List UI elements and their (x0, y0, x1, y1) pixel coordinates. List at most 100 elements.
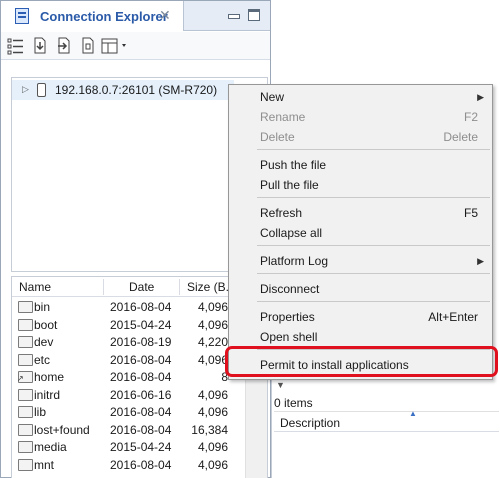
menu-separator (257, 301, 490, 302)
expand-arrow-icon[interactable]: ▷ (22, 84, 29, 95)
file-date: 2016-08-19 (110, 335, 172, 349)
menu-item-properties[interactable]: Properties Alt+Enter (229, 307, 492, 327)
file-date: 2016-08-04 (110, 457, 172, 472)
connection-explorer-icon (15, 8, 29, 24)
file-date: 2016-06-16 (110, 387, 172, 402)
device-icon (37, 83, 46, 97)
table-row[interactable]: lost+found 2016-08-04 16,384 (12, 421, 244, 439)
column-name[interactable]: Name (19, 280, 51, 294)
file-size: 4,096 (197, 405, 228, 419)
file-name: etc (34, 352, 51, 367)
column-description[interactable]: Description (280, 416, 340, 430)
folder-icon (18, 406, 33, 418)
file-size: 4,096 (197, 300, 228, 314)
table-row[interactable]: boot 2015-04-24 4,096 (12, 316, 244, 334)
menu-item-label: Collapse all (260, 226, 323, 240)
device-label: 192.168.0.7:26101 (SM-R720) (55, 83, 218, 97)
column-date[interactable]: Date (129, 280, 154, 294)
file-date: 2016-08-04 (110, 422, 172, 437)
folder-icon (18, 441, 33, 453)
menu-item-shortcut: F2 (463, 110, 478, 124)
table-row[interactable]: lib 2016-08-04 4,096 (12, 403, 244, 421)
file-size: 4,220 (197, 335, 228, 349)
table-row[interactable]: media 2015-04-24 4,096 (12, 438, 244, 456)
menu-item-label: Properties (260, 310, 315, 324)
file-name: media (34, 440, 67, 454)
menu-item-new[interactable]: New ▶ (229, 87, 492, 107)
file-size: 4,096 (197, 387, 228, 402)
table-row[interactable]: mnt 2016-08-04 4,096 (12, 456, 244, 474)
submenu-arrow-icon: ▶ (477, 256, 484, 266)
table-row[interactable]: etc 2016-08-04 4,096 (12, 351, 244, 369)
file-name: home (34, 370, 65, 384)
folder-icon (18, 353, 33, 366)
items-count: 0 items (274, 396, 313, 410)
device-node[interactable]: ▷ 192.168.0.7:26101 (SM-R720) (12, 80, 234, 100)
file-size: 8 (221, 370, 228, 384)
menu-item-rename[interactable]: Rename F2 (229, 107, 492, 127)
submenu-arrow-icon: ▶ (477, 92, 484, 102)
file-size: 4,096 (197, 440, 228, 454)
menu-item-delete[interactable]: Delete Delete (229, 127, 492, 147)
folder-icon (18, 318, 33, 331)
folder-icon (18, 388, 33, 401)
file-size: 4,096 (197, 317, 228, 332)
details-header: ▲ Description (274, 409, 499, 432)
toolbar (1, 32, 270, 60)
menu-item-collapse-all[interactable]: Collapse all (229, 223, 492, 243)
layout-menu-icon[interactable] (101, 37, 131, 55)
table-row[interactable]: bin 2016-08-04 4,096 (12, 298, 244, 316)
menu-item-label: Refresh (260, 206, 303, 220)
menu-separator (257, 197, 490, 198)
file-name: mnt (34, 457, 55, 472)
menu-item-shortcut: F5 (463, 206, 478, 220)
menu-item-refresh[interactable]: Refresh F5 (229, 203, 492, 223)
menu-item-push-the-file[interactable]: Push the file (229, 155, 492, 175)
file-name: lib (34, 405, 47, 419)
highlight-box (225, 346, 498, 377)
folder-link-icon (17, 371, 33, 383)
pull-file-icon[interactable] (31, 37, 49, 55)
table-row[interactable]: dev 2016-08-19 4,220 (12, 333, 244, 351)
menu-item-shortcut: Delete (443, 130, 478, 144)
menu-separator (257, 245, 490, 246)
push-file-icon[interactable] (55, 37, 73, 55)
menu-item-label: Push the file (260, 158, 327, 172)
menu-item-label: Platform Log (260, 254, 329, 268)
menu-item-platform-log[interactable]: Platform Log ▶ (229, 251, 492, 271)
copy-file-icon[interactable] (79, 37, 97, 55)
folder-icon (18, 458, 33, 471)
menu-item-label: New (260, 90, 285, 104)
tab-connection-explorer[interactable]: Connection Explorer ✕ (1, 1, 184, 31)
menu-item-label: Rename (260, 110, 306, 124)
close-icon[interactable]: ✕ (159, 7, 171, 24)
menu-item-open-shell[interactable]: Open shell (229, 327, 492, 347)
table-row[interactable]: initrd 2016-06-16 4,096 (12, 386, 244, 404)
menu-item-shortcut: Alt+Enter (428, 310, 478, 324)
file-name: bin (34, 300, 51, 314)
list-view-icon[interactable] (7, 37, 25, 55)
minimize-icon[interactable] (227, 9, 240, 21)
file-date: 2016-08-04 (110, 300, 172, 314)
menu-separator (257, 149, 490, 150)
table-row[interactable]: home 2016-08-04 8 (12, 368, 244, 386)
file-name: boot (34, 317, 58, 332)
menu-item-disconnect[interactable]: Disconnect (229, 279, 492, 299)
file-name: lost+found (34, 422, 90, 437)
menu-item-label: Disconnect (260, 282, 320, 296)
file-date: 2016-08-04 (110, 370, 172, 384)
menu-item-label: Delete (260, 130, 295, 144)
file-name: dev (34, 335, 54, 349)
collapse-arrow-icon[interactable]: ▼ (276, 380, 285, 390)
file-date: 2016-08-04 (110, 405, 172, 419)
file-size: 16,384 (191, 422, 228, 437)
menu-item-pull-the-file[interactable]: Pull the file (229, 175, 492, 195)
context-menu: New ▶ Rename F2 Delete Delete Push the file Pul… (228, 84, 493, 380)
file-size: 4,096 (197, 457, 228, 472)
folder-icon (18, 423, 33, 436)
menu-item-label: Pull the file (260, 178, 319, 192)
maximize-icon[interactable] (248, 9, 260, 21)
tab-bar: Connection Explorer ✕ (1, 1, 270, 31)
sort-caret-icon: ▲ (409, 409, 417, 418)
folder-icon (18, 301, 33, 313)
